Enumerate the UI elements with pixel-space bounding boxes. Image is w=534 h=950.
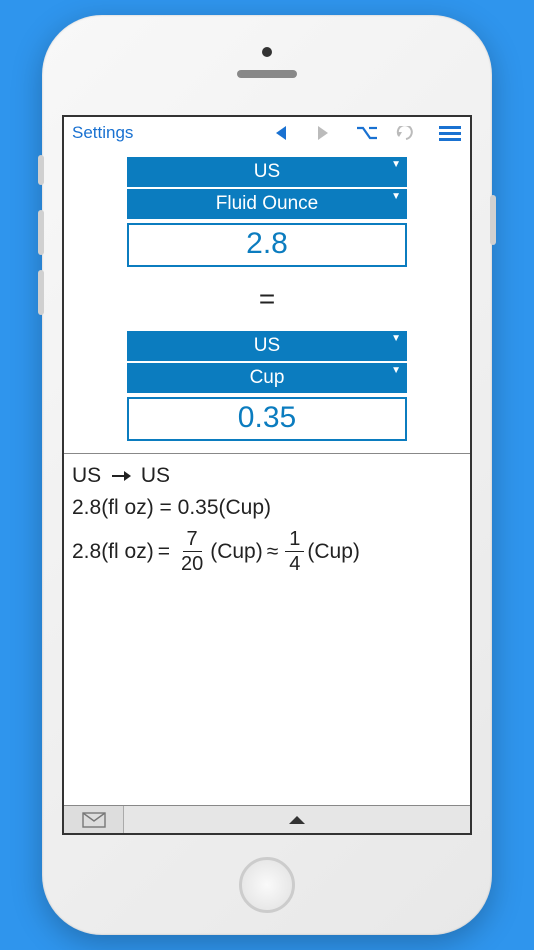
mail-button[interactable]	[64, 806, 124, 833]
decimal-right: 0.35(Cup)	[178, 496, 271, 519]
converter-panel: US ▼ Fluid Ounce ▼ 2.8 = US ▼ Cup ▼ 0.35	[64, 149, 470, 454]
results-panel: US US 2.8(fl oz) = 0.35(Cup) 2.8(fl oz) …	[64, 454, 470, 805]
from-value-input[interactable]: 2.8	[127, 223, 407, 267]
phone-camera	[262, 47, 272, 57]
next-icon[interactable]	[316, 126, 352, 140]
fraction-exact: 7 20	[177, 529, 207, 574]
fraction-approx: 1 4	[285, 529, 304, 574]
option-key-icon[interactable]	[356, 126, 392, 140]
caret-down-icon: ▼	[391, 333, 401, 344]
to-value-output[interactable]: 0.35	[127, 397, 407, 441]
phone-frame: Settings	[42, 15, 492, 935]
phone-home-button	[239, 857, 295, 913]
caret-down-icon: ▼	[391, 159, 401, 170]
to-unit-dropdown[interactable]: Cup ▼	[127, 363, 407, 393]
from-unit-label: Fluid Ounce	[216, 193, 318, 214]
prev-icon[interactable]	[276, 126, 312, 140]
menu-icon[interactable]	[436, 122, 464, 145]
caret-down-icon: ▼	[391, 365, 401, 376]
fraction-result-line: 2.8(fl oz) = 7 20 (Cup) ≈ 1 4 (Cup)	[72, 529, 462, 574]
decimal-result-line: 2.8(fl oz) = 0.35(Cup)	[72, 492, 462, 524]
fraction-left: 2.8(fl oz)	[72, 536, 154, 568]
phone-speaker	[237, 70, 297, 78]
app-screen: Settings	[62, 115, 472, 835]
fraction-exact-unit: (Cup)	[210, 536, 263, 568]
decimal-left: 2.8(fl oz)	[72, 496, 154, 519]
from-system-dropdown[interactable]: US ▼	[127, 157, 407, 187]
to-system-label: US	[254, 335, 280, 356]
equals-sign: =	[259, 267, 275, 331]
arrow-right-icon	[111, 460, 131, 492]
fraction-approx-unit: (Cup)	[307, 536, 360, 568]
phone-mute-switch	[38, 155, 44, 185]
toolbar: Settings	[64, 117, 470, 149]
bottom-bar	[64, 805, 470, 833]
results-to-system: US	[141, 464, 170, 487]
phone-volume-up	[38, 210, 44, 255]
from-system-label: US	[254, 161, 280, 182]
to-unit-label: Cup	[250, 367, 285, 388]
phone-volume-down	[38, 270, 44, 315]
expand-up-button[interactable]	[124, 806, 470, 833]
phone-side-button	[490, 195, 496, 245]
results-from-system: US	[72, 464, 101, 487]
system-conversion-line: US US	[72, 460, 462, 492]
caret-down-icon: ▼	[391, 191, 401, 202]
to-system-dropdown[interactable]: US ▼	[127, 331, 407, 361]
undo-icon[interactable]	[396, 126, 432, 140]
settings-button[interactable]: Settings	[70, 121, 135, 145]
approx-symbol: ≈	[267, 536, 279, 568]
from-unit-dropdown[interactable]: Fluid Ounce ▼	[127, 189, 407, 219]
